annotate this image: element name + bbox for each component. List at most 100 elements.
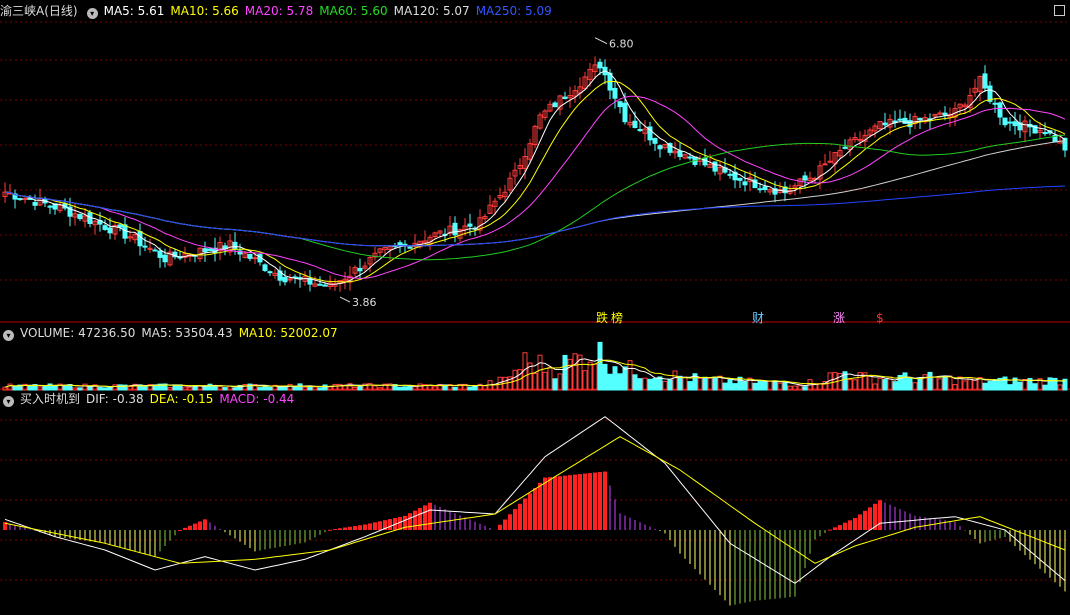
candle-body [262,264,268,271]
macd-bar [548,477,552,530]
volume-bar [12,386,18,391]
maximize-icon[interactable] [1054,5,1065,16]
menu-toggle-icon[interactable]: ▾ [86,8,98,19]
volume-bar [547,366,553,391]
event-marker-die[interactable]: 跌 [596,312,608,324]
macd-bar [833,527,837,530]
volume-bar [262,385,268,391]
volume-bar [602,363,608,391]
macd-bar [343,527,347,530]
volume-ma5: MA5: 53504.43 [141,326,233,340]
volume-bar [452,386,458,391]
candle-body [317,283,323,286]
volume-bar [1007,384,1013,391]
event-marker-bang[interactable]: 榜 [611,312,623,324]
macd-bar [558,476,562,530]
candle-body [727,173,733,176]
volume-bar [927,371,933,391]
volume-bar [652,378,658,391]
volume-bar [207,383,213,391]
volume-bar [587,361,593,391]
stock-name[interactable]: 渝三峡A [0,4,44,18]
volume-bar [702,376,708,391]
candle-body [617,101,623,108]
macd-bar [828,529,832,531]
candle-body [822,163,828,166]
candle-body [207,248,213,252]
candle-body [687,156,693,159]
candle-body [827,160,833,163]
volume-bar [307,386,313,391]
event-marker-dollar[interactable]: $ [876,312,884,324]
volume-menu-icon[interactable]: ▾ [3,330,14,341]
ma60-line [4,134,1066,261]
volume-bar [852,379,858,391]
candle-body [652,138,658,144]
volume-bar [322,384,328,391]
macd-menu-icon[interactable]: ▾ [3,396,14,407]
volume-bar [847,379,853,391]
candle-body [902,117,908,124]
candle-body [702,157,708,166]
macd-bar [598,472,602,530]
candle-body [757,188,763,191]
candle-body [47,205,53,208]
macd-bar [573,474,577,530]
macd-bar [358,525,362,530]
macd-bar [388,519,392,530]
macd-bar [418,507,422,530]
macd-bar [193,523,197,530]
volume-bar [552,378,558,391]
volume-bar [987,380,993,391]
volume-bar [1042,384,1048,391]
volume-bar [282,387,288,391]
macd-bar [368,523,372,530]
volume-bar [42,385,48,391]
candle-body [562,96,568,100]
candle-body [162,254,168,263]
volume-bar [687,381,693,391]
candle-body [17,198,23,201]
volume-bar [622,366,628,391]
volume-bar [97,387,103,391]
volume-ma10: MA10: 52002.07 [238,326,338,340]
low-pointer [339,296,351,303]
ma10-legend: MA10: 5.66 [170,4,239,18]
volume-bar [937,378,943,391]
volume-bar [712,376,718,391]
dif-value: DIF: -0.38 [86,392,144,406]
volume-bar [327,386,333,391]
candle-body [357,267,363,272]
macd-bar [863,510,867,530]
ma20-legend: MA20: 5.78 [244,4,314,18]
volume-bar [647,378,653,391]
candle-body [982,73,988,89]
event-marker-cai[interactable]: 财 [752,312,764,324]
macd-bar [543,477,547,530]
volume-bar [752,382,758,391]
candle-body [157,250,163,258]
macd-bar [378,521,382,530]
candle-body [1012,121,1018,127]
candle-body [992,102,998,105]
volume-bar [882,379,888,391]
candle-body [117,224,123,228]
macd-bar [563,475,567,530]
volume-bar [312,386,318,391]
macd-bar [183,527,187,530]
volume-bar [757,380,763,391]
low-price-label: 3.86 [352,296,377,309]
stock-chart[interactable]: 6.80 3.86 [0,0,1070,615]
event-marker-zhang[interactable]: 涨 [833,312,845,324]
candle-body [802,175,808,181]
macd-bar [333,529,337,531]
macd-bar [203,519,207,530]
volume-bar [557,373,563,391]
macd-bar [188,525,192,530]
macd-value: MACD: -0.44 [219,392,295,406]
volume-bar [612,366,618,391]
macd-bar [533,488,537,530]
candle-body [22,198,28,201]
volume-bar [467,386,473,391]
volume-bar [107,386,113,391]
